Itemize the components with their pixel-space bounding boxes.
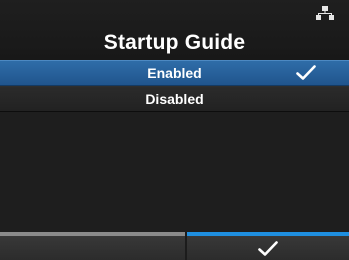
option-list: Enabled Disabled xyxy=(0,60,349,232)
printer-screen: Startup Guide Enabled Disabled xyxy=(0,0,349,260)
network-icon xyxy=(316,6,334,20)
softkey-right-indicator xyxy=(187,232,349,236)
header: Startup Guide xyxy=(0,0,349,60)
softkey-left-button[interactable] xyxy=(0,232,185,260)
softkey-confirm-button[interactable] xyxy=(187,232,349,260)
list-item-label: Disabled xyxy=(145,91,204,107)
page-title: Startup Guide xyxy=(103,31,246,54)
check-icon xyxy=(296,65,316,81)
check-icon xyxy=(258,241,278,257)
softkey-bar xyxy=(0,232,349,260)
list-item-disabled[interactable]: Disabled xyxy=(0,86,349,112)
softkey-left-indicator xyxy=(0,232,185,236)
list-item-enabled[interactable]: Enabled xyxy=(0,60,349,86)
